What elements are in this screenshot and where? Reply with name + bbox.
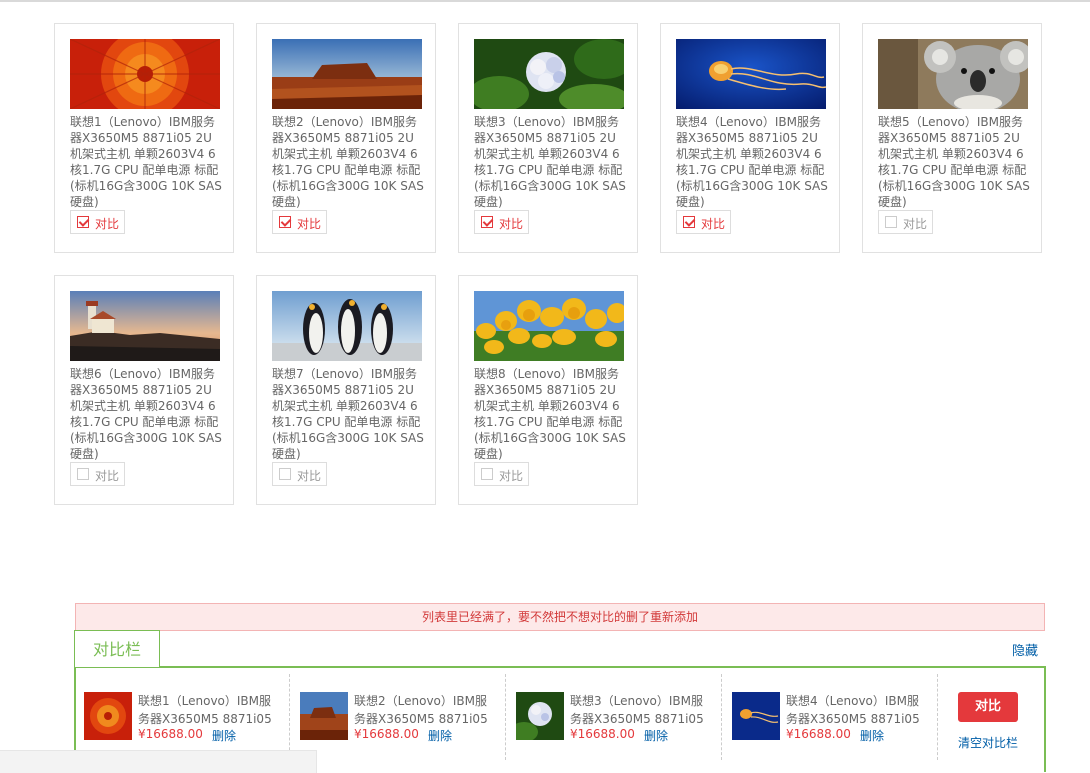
product-title[interactable]: 联想2（Lenovo）IBM服务器X3650M5 8871i05 2U机架式主机… xyxy=(272,114,424,210)
product-title[interactable]: 联想5（Lenovo）IBM服务器X3650M5 8871i05 2U机架式主机… xyxy=(878,114,1030,210)
product-image-penguins[interactable] xyxy=(272,291,422,361)
product-card[interactable]: 联想8（Lenovo）IBM服务器X3650M5 8871i05 2U机架式主机… xyxy=(458,275,638,505)
compare-item: 联想3（Lenovo）IBM服务器X3650M5 8871i05 ¥16688.… xyxy=(516,684,716,754)
compare-item-divider xyxy=(937,674,938,760)
compare-item-thumb-jellyfish[interactable] xyxy=(732,692,780,740)
compare-checkbox-button[interactable]: 对比 xyxy=(474,210,529,234)
compare-item: 联想4（Lenovo）IBM服务器X3650M5 8871i05 ¥16688.… xyxy=(732,684,932,754)
compare-item: 联想2（Lenovo）IBM服务器X3650M5 8871i05 ¥16688.… xyxy=(300,684,500,754)
product-card[interactable]: 联想7（Lenovo）IBM服务器X3650M5 8871i05 2U机架式主机… xyxy=(256,275,436,505)
checkbox-icon[interactable] xyxy=(683,216,696,228)
checkbox-icon[interactable] xyxy=(481,468,493,480)
product-title[interactable]: 联想4（Lenovo）IBM服务器X3650M5 8871i05 2U机架式主机… xyxy=(676,114,828,210)
product-card[interactable]: 联想6（Lenovo）IBM服务器X3650M5 8871i05 2U机架式主机… xyxy=(54,275,234,505)
checkbox-icon[interactable] xyxy=(77,216,90,228)
checkbox-icon[interactable] xyxy=(77,468,89,480)
compare-item-divider xyxy=(289,674,290,760)
compare-checkbox-button[interactable]: 对比 xyxy=(272,462,327,486)
compare-checkbox-button[interactable]: 对比 xyxy=(70,210,125,234)
compare-label: 对比 xyxy=(297,217,322,231)
compare-item-delete-link[interactable]: 删除 xyxy=(644,727,668,744)
product-card[interactable]: 联想4（Lenovo）IBM服务器X3650M5 8871i05 2U机架式主机… xyxy=(660,23,840,253)
product-image-koala[interactable] xyxy=(878,39,1028,109)
compare-label: 对比 xyxy=(95,469,120,483)
compare-item-name[interactable]: 联想2（Lenovo）IBM服务器X3650M5 8871i05 xyxy=(354,692,494,728)
checkbox-icon[interactable] xyxy=(279,216,292,228)
product-image-jellyfish[interactable] xyxy=(676,39,826,109)
compare-item-name[interactable]: 联想1（Lenovo）IBM服务器X3650M5 8871i05 xyxy=(138,692,278,728)
compare-checkbox-button[interactable]: 对比 xyxy=(272,210,327,234)
product-title[interactable]: 联想1（Lenovo）IBM服务器X3650M5 8871i05 2U机架式主机… xyxy=(70,114,222,210)
product-image-tulips[interactable] xyxy=(474,291,624,361)
compare-item-delete-link[interactable]: 删除 xyxy=(212,727,236,744)
product-title[interactable]: 联想3（Lenovo）IBM服务器X3650M5 8871i05 2U机架式主机… xyxy=(474,114,626,210)
compare-label: 对比 xyxy=(499,469,524,483)
checkbox-icon[interactable] xyxy=(279,468,291,480)
compare-button[interactable]: 对比 xyxy=(958,692,1018,722)
compare-label: 对比 xyxy=(95,217,120,231)
product-title[interactable]: 联想7（Lenovo）IBM服务器X3650M5 8871i05 2U机架式主机… xyxy=(272,366,424,462)
compare-full-notice: 列表里已经满了，要不然把不想对比的删了重新添加 xyxy=(75,603,1045,631)
checkbox-icon[interactable] xyxy=(481,216,494,228)
product-grid: 联想1（Lenovo）IBM服务器X3650M5 8871i05 2U机架式主机… xyxy=(0,0,1090,520)
product-image-lighthouse[interactable] xyxy=(70,291,220,361)
product-image-hydrangea[interactable] xyxy=(474,39,624,109)
compare-item-price: ¥16688.00 xyxy=(354,727,419,741)
compare-item-delete-link[interactable]: 删除 xyxy=(860,727,884,744)
compare-checkbox-button[interactable]: 对比 xyxy=(70,462,125,486)
clear-compare-bar-link[interactable]: 清空对比栏 xyxy=(958,734,1018,751)
compare-checkbox-button[interactable]: 对比 xyxy=(676,210,731,234)
compare-item-name[interactable]: 联想3（Lenovo）IBM服务器X3650M5 8871i05 xyxy=(570,692,710,728)
product-title[interactable]: 联想8（Lenovo）IBM服务器X3650M5 8871i05 2U机架式主机… xyxy=(474,366,626,462)
compare-item-divider xyxy=(505,674,506,760)
product-card[interactable]: 联想2（Lenovo）IBM服务器X3650M5 8871i05 2U机架式主机… xyxy=(256,23,436,253)
product-image-desert[interactable] xyxy=(272,39,422,109)
compare-item-price: ¥16688.00 xyxy=(570,727,635,741)
compare-item-name[interactable]: 联想4（Lenovo）IBM服务器X3650M5 8871i05 xyxy=(786,692,926,728)
compare-label: 对比 xyxy=(701,217,726,231)
compare-item-delete-link[interactable]: 删除 xyxy=(428,727,452,744)
compare-label: 对比 xyxy=(297,469,322,483)
horizontal-scrollbar[interactable] xyxy=(0,750,317,773)
product-card[interactable]: 联想3（Lenovo）IBM服务器X3650M5 8871i05 2U机架式主机… xyxy=(458,23,638,253)
compare-item-price: ¥16688.00 xyxy=(786,727,851,741)
compare-checkbox-button[interactable]: 对比 xyxy=(474,462,529,486)
product-card[interactable]: 联想1（Lenovo）IBM服务器X3650M5 8871i05 2U机架式主机… xyxy=(54,23,234,253)
compare-bar-tab[interactable]: 对比栏 xyxy=(74,630,160,667)
compare-item: 联想1（Lenovo）IBM服务器X3650M5 8871i05 ¥16688.… xyxy=(84,684,284,754)
hide-compare-bar-link[interactable]: 隐藏 xyxy=(1012,640,1038,659)
compare-label: 对比 xyxy=(903,217,928,231)
compare-item-thumb-red-flower[interactable] xyxy=(84,692,132,740)
compare-item-thumb-hydrangea[interactable] xyxy=(516,692,564,740)
compare-label: 对比 xyxy=(499,217,524,231)
product-image-red-flower[interactable] xyxy=(70,39,220,109)
compare-item-thumb-desert[interactable] xyxy=(300,692,348,740)
compare-item-price: ¥16688.00 xyxy=(138,727,203,741)
compare-item-divider xyxy=(721,674,722,760)
product-title[interactable]: 联想6（Lenovo）IBM服务器X3650M5 8871i05 2U机架式主机… xyxy=(70,366,222,462)
compare-checkbox-button[interactable]: 对比 xyxy=(878,210,933,234)
product-card[interactable]: 联想5（Lenovo）IBM服务器X3650M5 8871i05 2U机架式主机… xyxy=(862,23,1042,253)
checkbox-icon[interactable] xyxy=(885,216,897,228)
